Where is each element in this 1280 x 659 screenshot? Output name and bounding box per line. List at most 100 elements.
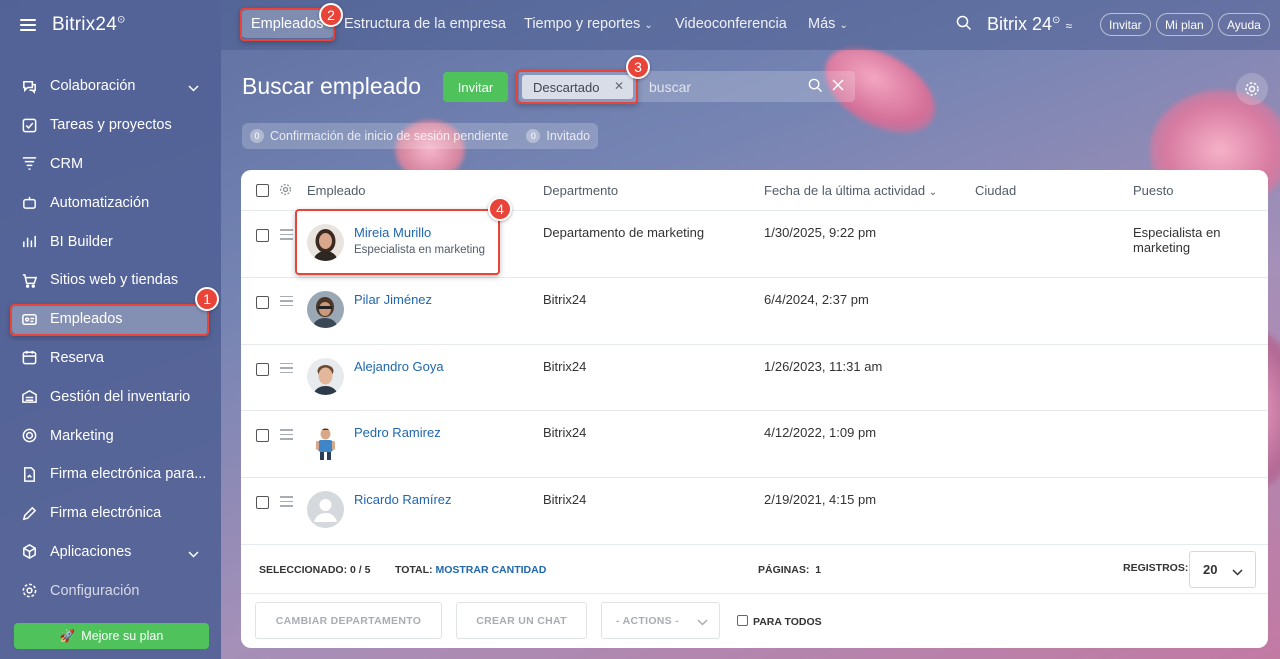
table-row[interactable]: Ricardo Ramírez Bitrix24 2/19/2021, 4:15…	[241, 478, 1268, 545]
department-cell: Bitrix24	[543, 492, 587, 508]
avatar[interactable]	[307, 357, 344, 395]
counter-label: Confirmación de inicio de sesión pendien…	[270, 129, 509, 143]
invite-top-button[interactable]: Invitar	[1100, 13, 1151, 36]
drag-handle-icon[interactable]	[280, 229, 293, 243]
table-row[interactable]: Pedro Ramirez Bitrix24 4/12/2022, 1:09 p…	[241, 411, 1268, 479]
employee-name-link[interactable]: Pilar Jiménez	[354, 292, 432, 307]
page-settings-button[interactable]	[1236, 73, 1268, 105]
my-plan-button[interactable]: Mi plan	[1156, 13, 1213, 36]
change-department-button[interactable]: CAMBIAR DEPARTAMENTO	[255, 602, 442, 639]
actions-select[interactable]: - ACTIONS -	[601, 602, 720, 639]
drag-handle-icon[interactable]	[280, 496, 293, 510]
id-card-icon	[20, 310, 38, 328]
search-icon[interactable]	[808, 78, 823, 96]
employee-name-link[interactable]: Alejandro Goya	[354, 359, 444, 374]
drag-handle-icon[interactable]	[280, 295, 293, 310]
sidebar-item-firma-electronica-para[interactable]: Firma electrónica para...	[0, 455, 221, 494]
selected-label: SELECCIONADO:	[259, 564, 348, 576]
menu-icon[interactable]	[20, 19, 36, 31]
records-per-page-select[interactable]: 20	[1189, 551, 1256, 588]
sidebar-item-tareas[interactable]: Tareas y proyectos	[0, 106, 221, 145]
row-checkbox[interactable]	[256, 295, 269, 309]
tab-estructura[interactable]: Estructura de la empresa	[344, 16, 506, 32]
counter-invited[interactable]: 0 Invitado	[526, 129, 590, 143]
drag-handle-icon[interactable]	[280, 429, 293, 443]
counter-pending-login[interactable]: 0 Confirmación de inicio de sesión pendi…	[250, 129, 508, 143]
drag-handle-icon[interactable]	[280, 362, 293, 377]
selected-value: 0 / 5	[350, 564, 371, 576]
clear-icon[interactable]	[831, 78, 845, 96]
sidebar-item-aplicaciones[interactable]: Aplicaciones	[0, 533, 221, 572]
filter-tag-descartado[interactable]: Descartado ✕	[522, 75, 633, 99]
invite-button[interactable]: Invitar	[443, 72, 508, 102]
logo[interactable]: Bitrix24⊙	[52, 14, 126, 36]
tab-videoconferencia[interactable]: Videoconferencia	[675, 16, 787, 32]
column-header-ciudad[interactable]: Ciudad	[975, 183, 1016, 198]
help-button[interactable]: Ayuda	[1218, 13, 1270, 36]
avatar[interactable]	[307, 491, 344, 529]
employee-name-link[interactable]: Mireia Murillo	[354, 225, 431, 240]
gear-icon[interactable]	[279, 183, 292, 199]
upgrade-plan-button[interactable]: 🚀 Mejore su plan	[14, 623, 209, 649]
sidebar-item-configuracion[interactable]: Configuración	[0, 571, 221, 610]
sidebar-item-crm[interactable]: CRM	[0, 145, 221, 184]
grid-header: Empleado Departmento Fecha de la última …	[241, 170, 1268, 211]
sidebar-item-automatizacion[interactable]: Automatización	[0, 183, 221, 222]
table-row[interactable]: Alejandro Goya Bitrix24 1/26/2023, 11:31…	[241, 345, 1268, 412]
search-icon[interactable]	[956, 15, 972, 34]
column-header-empleado[interactable]: Empleado	[307, 183, 366, 198]
employee-name-link[interactable]: Ricardo Ramírez	[354, 492, 452, 507]
last-activity-cell: 1/30/2025, 9:22 pm	[764, 225, 877, 240]
select-all-checkbox[interactable]	[256, 184, 269, 197]
cube-icon	[20, 543, 38, 561]
avatar[interactable]	[307, 290, 344, 328]
sidebar-item-label: BI Builder	[50, 233, 113, 250]
sidebar-item-sitios[interactable]: Sitios web y tiendas	[0, 261, 221, 300]
pages-count: PÁGINAS: 1	[758, 564, 821, 576]
row-checkbox[interactable]	[256, 362, 269, 376]
pages-value: 1	[815, 564, 822, 576]
show-count-link[interactable]: MOSTRAR CANTIDAD	[435, 564, 546, 576]
bar-chart-icon	[20, 233, 38, 251]
chevron-down-icon[interactable]	[188, 80, 199, 96]
column-header-departamento[interactable]: Departmento	[543, 183, 618, 198]
sidebar-item-inventario[interactable]: Gestión del inventario	[0, 377, 221, 416]
gear-icon	[1245, 82, 1259, 96]
document-sign-icon	[20, 465, 38, 483]
department-cell: Bitrix24	[543, 358, 587, 374]
sidebar-item-firma-electronica[interactable]: Firma electrónica	[0, 494, 221, 533]
callout-badge-3: 3	[626, 55, 650, 79]
avatar[interactable]	[307, 224, 344, 261]
brand-logo[interactable]: Bitrix 24⊙ ≈	[987, 14, 1072, 35]
warehouse-icon	[20, 388, 38, 406]
counter-value: 0	[250, 129, 264, 143]
row-checkbox[interactable]	[256, 496, 269, 510]
create-chat-button[interactable]: CREAR UN CHAT	[456, 602, 587, 639]
employee-name-link[interactable]: Pedro Ramirez	[354, 425, 441, 440]
row-checkbox[interactable]	[256, 229, 269, 242]
sidebar-item-label: Configuración	[50, 582, 140, 599]
tab-mas[interactable]: Más ⌄	[808, 16, 848, 32]
for-all-checkbox[interactable]	[737, 615, 748, 626]
sidebar-menu: Colaboración Tareas y proyectos CRM Auto…	[0, 67, 221, 610]
table-row[interactable]: Pilar Jiménez Bitrix24 6/4/2024, 2:37 pm	[241, 278, 1268, 345]
sidebar-item-label: Marketing	[50, 427, 114, 444]
rocket-icon: 🚀	[59, 628, 76, 643]
sidebar-item-bi-builder[interactable]: BI Builder	[0, 222, 221, 261]
avatar[interactable]	[307, 424, 344, 462]
sidebar-item-label: Reserva	[50, 349, 104, 366]
column-header-puesto[interactable]: Puesto	[1133, 183, 1173, 198]
chevron-down-icon[interactable]	[188, 546, 199, 562]
checkbox-icon	[20, 116, 38, 134]
search-input[interactable]: buscar	[649, 79, 691, 95]
sidebar-item-empleados[interactable]: Empleados	[0, 300, 221, 339]
sidebar-item-reserva[interactable]: Reserva	[0, 339, 221, 378]
tab-tiempo-reportes[interactable]: Tiempo y reportes ⌄	[524, 16, 653, 32]
sidebar-item-colaboracion[interactable]: Colaboración	[0, 67, 221, 106]
table-row[interactable]: Mireia Murillo Especialista en marketing…	[241, 211, 1268, 278]
row-checkbox[interactable]	[256, 429, 269, 443]
column-header-ultima-actividad[interactable]: Fecha de la última actividad ⌄	[764, 183, 937, 198]
gear-icon	[20, 582, 38, 600]
sidebar-item-marketing[interactable]: Marketing	[0, 416, 221, 455]
remove-filter-icon[interactable]: ✕	[614, 79, 624, 93]
